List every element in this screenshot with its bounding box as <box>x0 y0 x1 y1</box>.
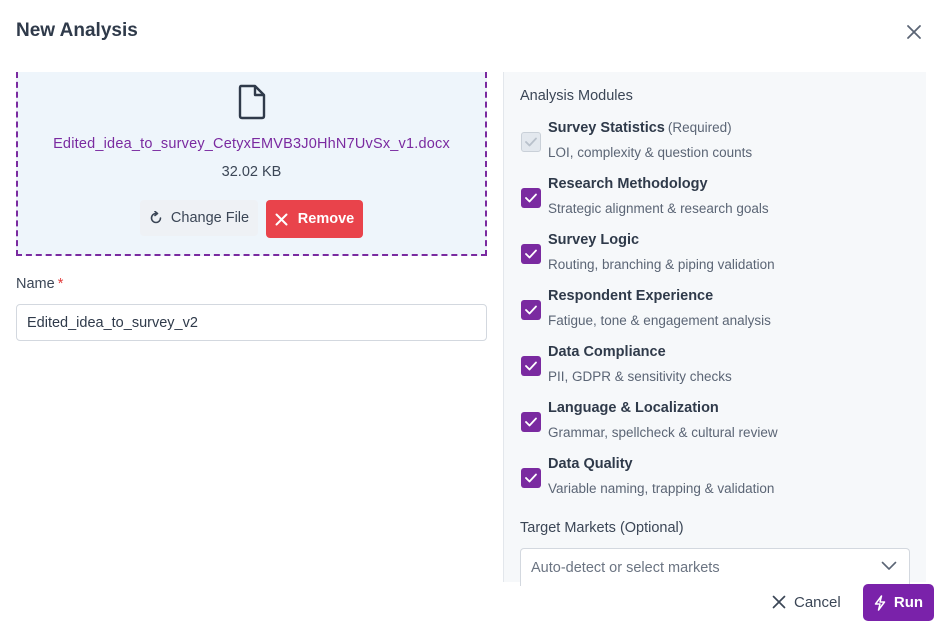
check-icon <box>525 417 537 427</box>
module-name-text: Survey Statistics <box>548 120 665 136</box>
change-file-label: Change File <box>170 210 250 226</box>
module-name: Data Compliance <box>548 344 666 360</box>
name-label-text: Name <box>16 276 55 292</box>
name-input[interactable] <box>16 304 487 341</box>
module-required-tag: (Required) <box>667 120 732 135</box>
check-icon <box>525 361 537 371</box>
module-description: Routing, branching & piping validation <box>548 257 775 272</box>
module-checkbox[interactable] <box>521 300 541 320</box>
name-label: Name * <box>16 276 63 292</box>
refresh-icon <box>150 211 162 224</box>
run-label: Run <box>893 594 924 611</box>
target-markets-placeholder: Auto-detect or select markets <box>531 559 720 576</box>
close-button[interactable] <box>902 20 926 44</box>
check-icon <box>525 305 537 315</box>
module-description: PII, GDPR & sensitivity checks <box>548 369 732 384</box>
module-data-compliance: Data Compliance PII, GDPR & sensitivity … <box>520 344 920 392</box>
module-name: Survey Statistics (Required) <box>548 120 732 136</box>
x-icon <box>275 213 288 225</box>
check-icon <box>525 249 537 259</box>
module-name: Research Methodology <box>548 176 708 192</box>
cancel-button[interactable]: Cancel <box>772 588 841 616</box>
close-icon <box>772 595 786 609</box>
check-icon <box>525 137 537 147</box>
module-checkbox[interactable] <box>521 188 541 208</box>
change-file-button[interactable]: Change File <box>140 200 258 236</box>
module-checkbox[interactable] <box>521 132 541 152</box>
analysis-modules-title: Analysis Modules <box>520 88 633 104</box>
module-language-localization: Language & Localization Grammar, spellch… <box>520 400 920 448</box>
module-checkbox[interactable] <box>521 244 541 264</box>
required-mark: * <box>57 276 64 292</box>
module-checkbox[interactable] <box>521 468 541 488</box>
module-description: Grammar, spellcheck & cultural review <box>548 425 778 440</box>
uploaded-file-size: 32.02 KB <box>221 164 282 180</box>
cancel-label: Cancel <box>794 593 841 611</box>
check-icon <box>525 193 537 203</box>
file-icon <box>238 84 266 120</box>
module-research-methodology: Research Methodology Strategic alignment… <box>520 176 920 224</box>
dialog-title: New Analysis <box>16 20 138 41</box>
target-markets-label: Target Markets (Optional) <box>520 520 684 536</box>
close-icon <box>907 25 921 39</box>
module-name: Data Quality <box>548 456 633 472</box>
module-respondent-experience: Respondent Experience Fatigue, tone & en… <box>520 288 920 336</box>
module-name: Respondent Experience <box>548 288 714 304</box>
module-survey-statistics: Survey Statistics (Required) LOI, complex… <box>520 120 920 168</box>
remove-file-button[interactable]: Remove <box>266 200 363 238</box>
analysis-modules-panel: Analysis Modules Survey Statistics (Requi… <box>503 72 926 586</box>
uploaded-file-name: Edited_idea_to_survey_CetyxEMVB3J0HhN7Uv… <box>53 136 450 152</box>
module-description: Strategic alignment & research goals <box>548 201 769 216</box>
file-dropzone[interactable]: Edited_idea_to_survey_CetyxEMVB3J0HhN7Uv… <box>16 72 487 256</box>
chevron-down-icon <box>881 561 897 570</box>
module-description: LOI, complexity & question counts <box>548 145 753 160</box>
check-icon <box>525 473 537 483</box>
target-markets-optional: (Optional) <box>619 520 684 536</box>
remove-file-label: Remove <box>297 211 355 227</box>
module-name: Language & Localization <box>548 400 719 416</box>
target-markets-label-text: Target Markets <box>520 520 616 536</box>
lightning-icon <box>874 594 886 611</box>
module-name: Survey Logic <box>548 232 640 248</box>
module-description: Variable naming, trapping & validation <box>548 481 775 496</box>
module-data-quality: Data Quality Variable naming, trapping &… <box>520 456 920 504</box>
target-markets-select[interactable]: Auto-detect or select markets <box>520 548 910 586</box>
module-checkbox[interactable] <box>521 412 541 432</box>
run-button[interactable]: Run <box>863 584 934 621</box>
module-survey-logic: Survey Logic Routing, branching & piping… <box>520 232 920 280</box>
module-description: Fatigue, tone & engagement analysis <box>548 313 771 328</box>
module-checkbox[interactable] <box>521 356 541 376</box>
